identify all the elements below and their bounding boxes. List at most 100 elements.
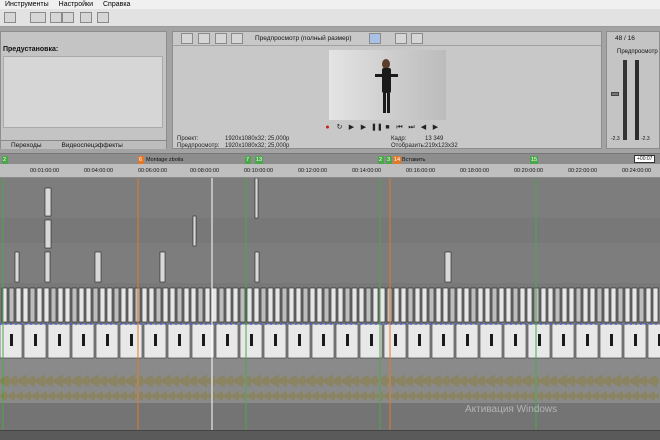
media-clip [435,287,442,323]
meter-scale-right: -2.3 [641,136,650,142]
media-clip [351,287,358,323]
media-clip [463,287,470,323]
thumbnail-figure [298,334,301,346]
thumbnail-figure [514,334,517,346]
media-clip [610,287,617,323]
media-clip [50,287,57,323]
media-clip [421,287,428,323]
copy-snapshot-icon[interactable] [395,33,407,44]
play-from-start-icon[interactable]: ▶ [347,124,356,132]
marker-2[interactable]: 2 [2,156,8,164]
media-clip [372,287,379,323]
meter-fader-handle[interactable] [611,92,619,96]
media-clip [407,287,414,323]
track-band [0,178,660,218]
preset-label: Предустановка: [3,46,59,53]
preview-properties-icon[interactable] [181,33,193,44]
media-clip [295,287,302,323]
upper-docking-area: Предустановка: Переходы Видеоспецэффекты… [0,27,660,153]
fx-icon[interactable] [215,33,227,44]
next-frame-icon[interactable]: ▶ [431,124,440,132]
menu-settings[interactable]: Настройки [54,0,98,9]
menu-tools[interactable]: Инструменты [0,0,54,9]
grid-overlay-icon[interactable] [369,33,381,44]
menu-help[interactable]: Справка [98,0,135,9]
marker-3[interactable]: 3 [386,156,392,164]
media-clip [239,287,246,323]
thumbnail-figure [562,334,565,346]
media-clip [57,287,64,323]
ruler-tick: 00:10:00:00 [244,168,274,174]
save-snapshot-icon[interactable] [411,33,423,44]
meter-right-bar [635,60,639,140]
media-clip [393,287,400,323]
media-clip [596,287,603,323]
media-clip [106,287,113,323]
save-icon[interactable] [62,12,74,23]
open-project-icon[interactable] [30,12,46,23]
prev-frame-icon[interactable]: ◀ [419,124,428,132]
timeline-end-time: +00:07 [634,155,656,163]
marker-2b[interactable]: 2 [378,156,384,164]
split-screen-icon[interactable] [231,33,243,44]
media-clip [323,287,330,323]
go-end-icon[interactable]: ⏭ [407,124,416,132]
loop-icon[interactable]: ↻ [335,124,344,132]
media-clip [254,178,259,219]
media-clip [260,287,267,323]
media-clip [624,287,631,323]
media-clip [575,287,582,323]
media-clip [274,287,281,323]
media-clip [400,287,407,323]
time-ruler[interactable]: 00:01:00:00 00:04:00:00 00:06:00:00 00:0… [0,164,660,178]
ruler-tick: 00:04:00:00 [84,168,114,174]
preview-quality-dropdown[interactable]: Предпросмотр (полный размер) [255,35,352,42]
media-clip [302,287,309,323]
media-clip [645,287,652,323]
tab-transitions[interactable]: Переходы [1,141,52,149]
ruler-tick: 00:08:00:00 [190,168,220,174]
media-clip [512,287,519,323]
preset-list[interactable] [3,56,163,128]
thumbnail-figure [394,334,397,346]
thumbnail-figure [178,334,181,346]
settings-icon[interactable] [97,12,109,23]
thumbnail-figure [490,334,493,346]
timeline-tracks[interactable] [0,178,660,440]
marker-6[interactable]: 6 [138,156,144,164]
media-clip [204,287,211,323]
media-clip [44,251,51,283]
dropdown-arrow-icon[interactable] [50,12,62,23]
thumbnail-figure [130,334,133,346]
stop-icon[interactable]: ■ [383,124,392,132]
media-clip [519,287,526,323]
timeline-scrollbar[interactable] [0,430,660,440]
go-start-icon[interactable]: ⏮ [395,124,404,132]
new-project-icon[interactable] [4,12,16,23]
pause-icon[interactable]: ❚❚ [371,124,383,132]
external-monitor-icon[interactable] [198,33,210,44]
meter-count: 48 / 16 [615,35,635,42]
brush-icon[interactable] [80,12,92,23]
tab-video-fx[interactable]: Видеоспецэффекты [52,141,133,149]
media-clip [71,287,78,323]
marker-7[interactable]: 7 [245,156,251,164]
marker-14[interactable]: 14 [393,156,402,164]
ruler-tick: 00:20:00:00 [514,168,544,174]
record-icon[interactable]: ● [323,124,332,132]
media-clip [218,287,225,323]
media-clip [148,287,155,323]
play-icon[interactable]: ▶ [359,124,368,132]
media-clip [8,287,15,323]
marker-bar[interactable]: 2 6 Montage zboila 7 13 2 3 14 Вставить … [0,153,660,164]
marker-15[interactable]: 15 [530,156,539,164]
media-clip [442,287,449,323]
project-value: 1920x1080x32; 25,000p [225,136,290,142]
media-clip [176,287,183,323]
meter-scale-left: -2.3 [611,136,620,142]
presenter-image [329,50,446,120]
marker-13[interactable]: 13 [255,156,264,164]
preset-panel: Предустановка: Переходы Видеоспецэффекты [0,31,167,149]
media-clip [254,251,260,283]
ruler-tick: 00:22:00:00 [568,168,598,174]
